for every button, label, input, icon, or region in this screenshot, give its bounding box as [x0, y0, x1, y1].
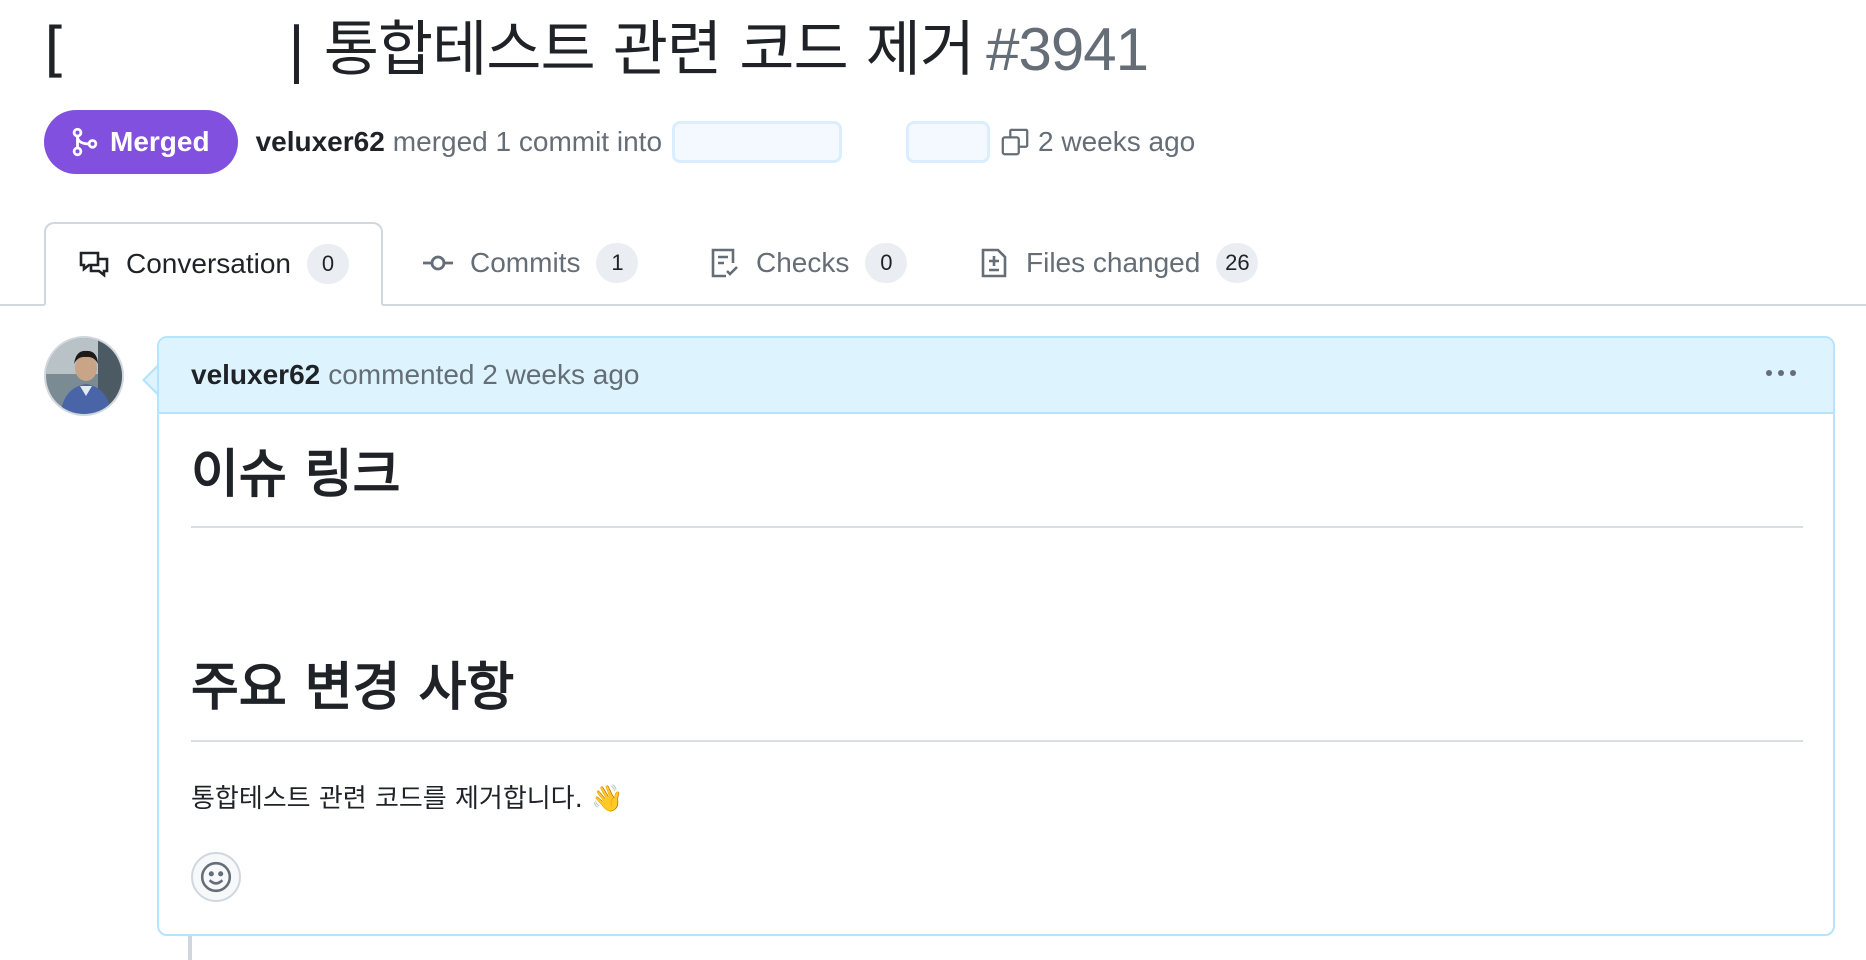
add-reaction-button[interactable]	[191, 852, 241, 902]
pr-tabs: Conversation 0 Commits 1 Checks 0 Files …	[0, 222, 1866, 306]
pr-meta: Merged veluxer62 merged 1 commit into 2 …	[44, 110, 1195, 174]
pr-title-text: | 통합테스트 관련 코드 제거	[286, 15, 975, 85]
tab-label: Commits	[470, 247, 581, 278]
comment-discussion-icon	[79, 251, 109, 278]
comment-author-link[interactable]: veluxer62	[191, 359, 320, 391]
smiley-icon	[200, 861, 232, 893]
comment-body-text: 통합테스트 관련 코드를 제거합니다. 👋	[191, 784, 624, 814]
tab-counter: 0	[865, 243, 908, 283]
file-diff-icon	[981, 248, 1007, 278]
tab-counter: 1	[596, 243, 639, 283]
comment-header: veluxer62 commented 2 weeks ago	[159, 338, 1833, 414]
avatar-image	[46, 338, 122, 414]
tab-label: Files changed	[1026, 247, 1201, 278]
heading-issue-link: 이슈 링크	[191, 438, 1803, 528]
comment-box: veluxer62 commented 2 weeks ago 이슈 링크 주요…	[157, 336, 1835, 936]
git-commit-icon	[423, 255, 453, 271]
tab-label: Checks	[756, 247, 850, 278]
git-merge-icon	[72, 127, 98, 157]
pr-title: [ | 통합테스트 관련 코드 제거 #3941	[44, 14, 1844, 86]
heading-main-changes: 주요 변경 사항	[191, 648, 1803, 742]
merge-author-link[interactable]: veluxer62	[256, 126, 385, 158]
kebab-horizontal-icon[interactable]	[1761, 358, 1801, 388]
pr-number: #3941	[986, 16, 1149, 83]
tab-conversation[interactable]: Conversation 0	[44, 222, 383, 306]
tab-commits[interactable]: Commits 1	[390, 222, 670, 304]
merged-badge: Merged	[44, 110, 238, 174]
tab-label: Conversation	[126, 248, 291, 279]
pr-title-prefix: [	[44, 15, 67, 85]
timeline-line	[188, 936, 192, 960]
redacted-head-branch[interactable]	[906, 121, 991, 163]
merge-time: 2 weeks ago	[1038, 126, 1196, 157]
merged-badge-label: Merged	[110, 126, 210, 157]
comment-action: commented 2 weeks ago	[328, 359, 640, 390]
redacted-base-branch[interactable]	[672, 121, 843, 163]
copy-icon[interactable]	[1000, 127, 1030, 157]
checklist-icon	[711, 248, 738, 278]
merge-description: merged 1 commit into	[392, 126, 663, 157]
avatar[interactable]	[44, 336, 124, 416]
tab-checks[interactable]: Checks 0	[676, 222, 939, 304]
tab-files-changed[interactable]: Files changed 26	[946, 222, 1290, 304]
tab-counter: 0	[306, 244, 349, 284]
tab-counter: 26	[1216, 243, 1259, 283]
